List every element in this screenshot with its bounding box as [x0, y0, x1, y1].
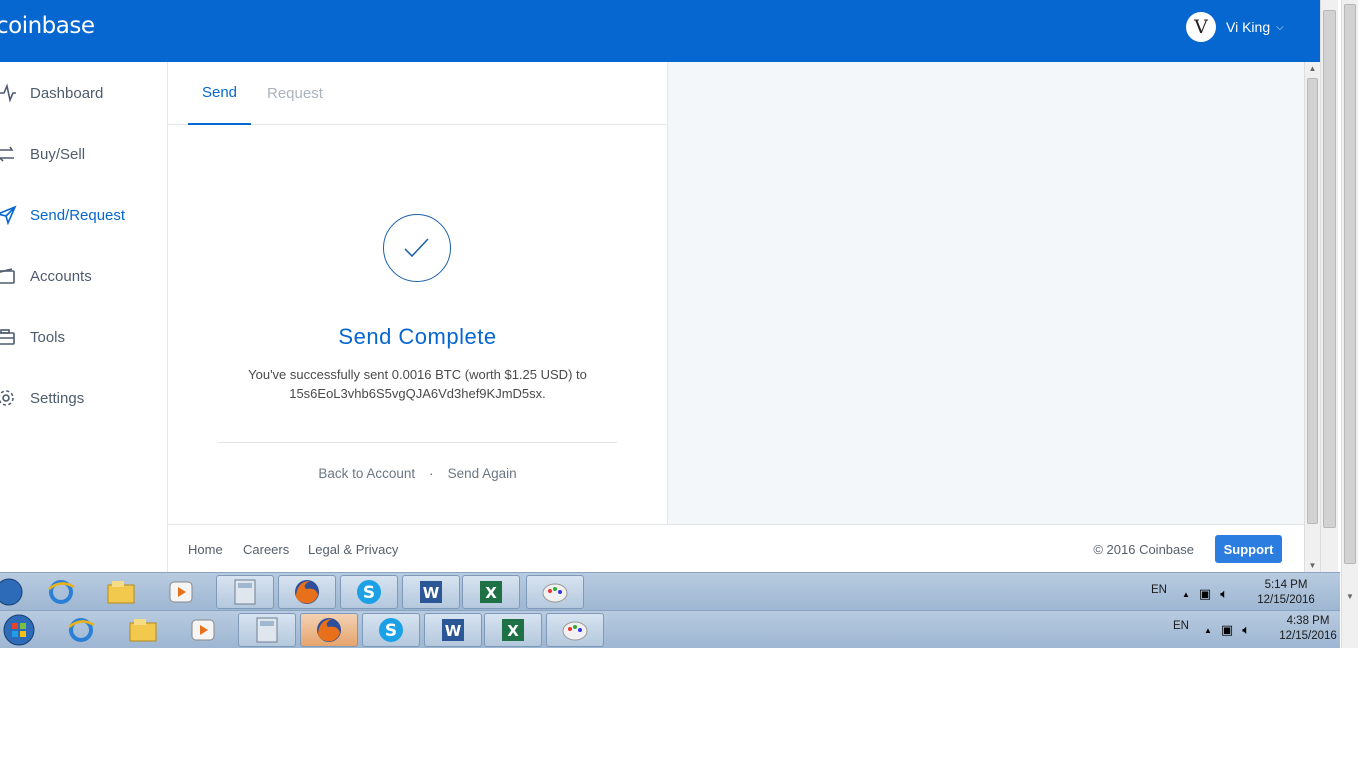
taskbar-top: S W X EN ▲ ▣ 🔈︎ 5:14 PM 12/15/2016: [0, 572, 1340, 612]
confirmation-line-1: You've successfully sent 0.0016 BTC (wor…: [248, 367, 587, 382]
sidebar-item-label: Tools: [30, 328, 66, 346]
footer-legal-link[interactable]: Legal & Privacy: [308, 542, 398, 557]
internet-explorer-icon[interactable]: [52, 613, 110, 647]
firefox-icon[interactable]: [300, 613, 358, 647]
tray-icons: ▲ ▣ 🔈︎: [1204, 622, 1250, 638]
send-panel: Send Request Send Complete You've succes…: [168, 62, 668, 524]
inner-scrollbar[interactable]: ▲ ▼: [1304, 62, 1320, 572]
show-hidden-icons-icon[interactable]: ▲: [1204, 626, 1212, 635]
sidebar-item-label: Buy/Sell: [30, 145, 86, 163]
calculator-icon[interactable]: [238, 613, 296, 647]
footer-home-link[interactable]: Home: [188, 542, 223, 557]
system-clock[interactable]: 4:38 PM 12/15/2016: [1268, 614, 1348, 644]
divider: [218, 442, 617, 443]
sidebar-item-accounts[interactable]: Accounts: [0, 261, 167, 291]
svg-text:W: W: [423, 584, 440, 602]
word-icon[interactable]: W: [424, 613, 482, 647]
scroll-up-arrow-icon[interactable]: ▲: [1305, 64, 1320, 73]
footer: Home Careers Legal & Privacy © 2016 Coin…: [168, 524, 1304, 572]
activity-icon: [0, 82, 30, 104]
scroll-down-arrow-icon[interactable]: ▼: [1305, 561, 1320, 570]
footer-careers-link[interactable]: Careers: [243, 542, 289, 557]
sidebar-item-settings[interactable]: Settings: [0, 383, 167, 413]
action-links: Back to Account · Send Again: [168, 466, 667, 481]
wallet-icon: [0, 265, 30, 287]
svg-text:X: X: [485, 584, 497, 602]
back-to-account-link[interactable]: Back to Account: [318, 466, 415, 481]
paint-icon[interactable]: [546, 613, 604, 647]
clock-time: 4:38 PM: [1286, 615, 1330, 627]
excel-icon[interactable]: X: [462, 575, 520, 609]
show-hidden-icons-icon[interactable]: ▲: [1182, 590, 1190, 599]
network-icon[interactable]: ▣: [1221, 622, 1233, 638]
system-clock[interactable]: 5:14 PM 12/15/2016: [1246, 578, 1326, 608]
support-button[interactable]: Support: [1215, 535, 1282, 563]
excel-icon[interactable]: X: [484, 613, 542, 647]
send-complete-title: Send Complete: [338, 324, 497, 349]
firefox-icon[interactable]: [278, 575, 336, 609]
tray-icons: ▲ ▣ 🔈︎: [1182, 586, 1228, 602]
send-icon: [0, 204, 30, 226]
start-orb-icon[interactable]: [0, 613, 48, 647]
tab-send[interactable]: Send: [188, 62, 251, 125]
screen: coinbase V Vi King ⌵ Dashboard Buy/Sell …: [0, 0, 1366, 768]
checkmark-icon: [383, 214, 451, 282]
page-scrollbar[interactable]: ▼: [1320, 0, 1338, 608]
chevron-down-icon: ⌵: [1276, 21, 1284, 33]
language-indicator[interactable]: EN: [1173, 620, 1189, 632]
scroll-thumb[interactable]: [1307, 78, 1318, 524]
volume-icon[interactable]: 🔈︎: [1220, 586, 1228, 602]
svg-text:X: X: [507, 622, 519, 640]
sidebar-item-tools[interactable]: Tools: [0, 322, 167, 352]
volume-icon[interactable]: 🔈︎: [1242, 622, 1250, 638]
file-explorer-icon[interactable]: [92, 575, 150, 609]
scroll-down-arrow-icon[interactable]: ▼: [1342, 592, 1358, 601]
sidebar-item-buy-sell[interactable]: Buy/Sell: [0, 139, 167, 169]
sidebar-item-label: Settings: [30, 389, 85, 407]
user-name: Vi King: [1226, 19, 1271, 35]
sidebar: Dashboard Buy/Sell Send/Request Accounts…: [0, 62, 168, 572]
skype-icon[interactable]: S: [340, 575, 398, 609]
calculator-icon[interactable]: [216, 575, 274, 609]
language-indicator[interactable]: EN: [1151, 584, 1167, 596]
confirmation-address: 15s6EoL3vhb6S5vgQJA6Vd3hef9KJmD5sx.: [289, 386, 546, 401]
tab-request[interactable]: Request: [267, 62, 323, 125]
network-icon[interactable]: ▣: [1199, 586, 1211, 602]
svg-text:W: W: [445, 622, 462, 640]
sidebar-item-label: Dashboard: [30, 84, 104, 102]
clock-date: 12/15/2016: [1257, 594, 1315, 606]
taskbar-bottom: S W X EN ▲ ▣ 🔈︎ 4:38 PM 12/15/2016: [0, 610, 1340, 648]
coinbase-logo[interactable]: coinbase: [0, 13, 95, 39]
paint-icon[interactable]: [526, 575, 584, 609]
skype-icon[interactable]: S: [362, 613, 420, 647]
internet-explorer-icon[interactable]: [32, 575, 90, 609]
scroll-thumb[interactable]: [1344, 4, 1356, 564]
copyright: © 2016 Coinbase: [1093, 542, 1194, 557]
sidebar-item-send-request[interactable]: Send/Request: [0, 200, 167, 230]
sidebar-item-dashboard[interactable]: Dashboard: [0, 78, 167, 108]
svg-text:S: S: [363, 583, 375, 603]
top-header: coinbase V Vi King ⌵: [0, 0, 1320, 62]
media-player-icon[interactable]: [174, 613, 232, 647]
word-icon[interactable]: W: [402, 575, 460, 609]
window-scrollbar[interactable]: ▼: [1341, 0, 1358, 648]
sidebar-item-label: Accounts: [30, 267, 92, 285]
scroll-thumb[interactable]: [1323, 10, 1336, 528]
user-menu[interactable]: V Vi King ⌵: [1186, 12, 1284, 42]
svg-text:S: S: [385, 621, 397, 641]
media-player-icon[interactable]: [152, 575, 210, 609]
sidebar-item-label: Send/Request: [30, 206, 126, 224]
file-explorer-icon[interactable]: [114, 613, 172, 647]
exchange-icon: [0, 143, 30, 165]
avatar: V: [1186, 12, 1216, 42]
clock-date: 12/15/2016: [1279, 630, 1337, 642]
tab-bar: Send Request: [168, 62, 667, 125]
briefcase-icon: [0, 326, 30, 348]
clock-time: 5:14 PM: [1264, 579, 1308, 591]
send-confirmation-message: You've successfully sent 0.0016 BTC (wor…: [208, 365, 627, 403]
send-again-link[interactable]: Send Again: [448, 466, 517, 481]
gear-icon: [0, 387, 30, 409]
link-separator: ·: [429, 466, 434, 481]
right-empty-area: [668, 62, 1304, 524]
